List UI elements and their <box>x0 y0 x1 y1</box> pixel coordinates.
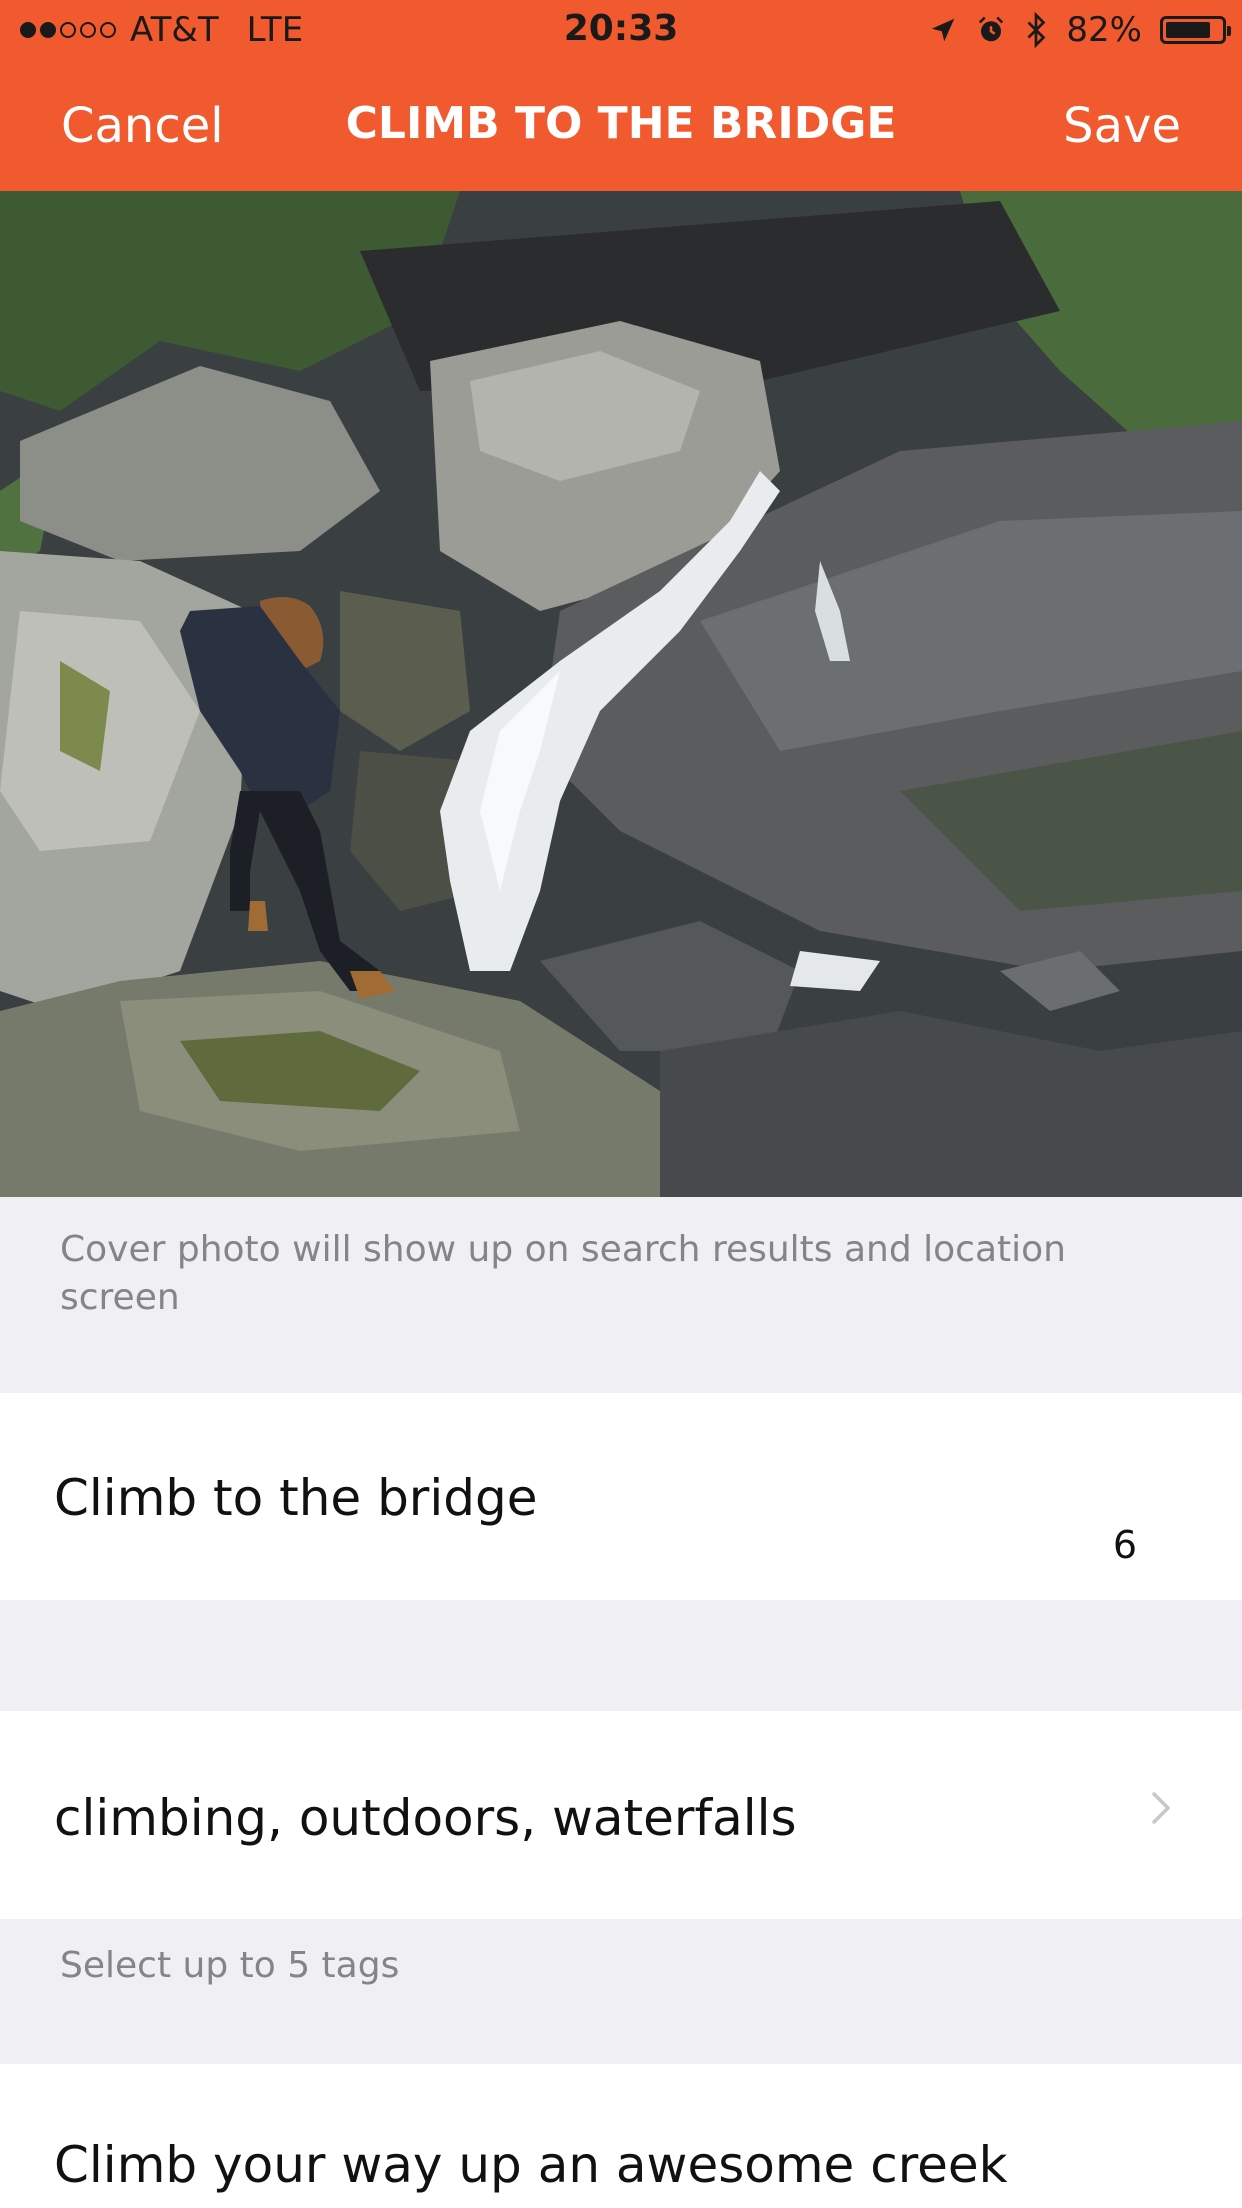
chevron-right-icon <box>1152 1792 1170 1824</box>
battery-level-fill <box>1166 22 1210 38</box>
tags-helper-text: Select up to 5 tags <box>60 1945 400 1986</box>
title-input[interactable]: Climb to the bridge <box>54 1469 538 1527</box>
page-title: CLIMB TO THE BRIDGE <box>345 98 897 149</box>
description-field[interactable]: Climb your way up an awesome creek <box>0 2064 1242 2208</box>
save-button[interactable]: Save <box>1063 98 1181 154</box>
alarm-clock-icon <box>979 16 1004 42</box>
tags-value: climbing, outdoors, waterfalls <box>54 1789 797 1847</box>
status-icons: 82% <box>928 10 1231 50</box>
title-field[interactable]: Climb to the bridge 6 <box>0 1393 1242 1600</box>
cover-photo[interactable] <box>0 191 1242 1197</box>
cover-photo-helper-text: Cover photo will show up on search resul… <box>60 1229 1066 1318</box>
location-arrow-icon <box>932 18 955 42</box>
battery-percentage: 82% <box>1066 10 1142 50</box>
status-bar: AT&T LTE 20:33 82% <box>0 0 1242 60</box>
tags-field[interactable]: climbing, outdoors, waterfalls <box>0 1711 1242 1919</box>
battery-icon <box>1160 16 1231 44</box>
cover-photo-image <box>0 191 1242 1197</box>
title-char-count: 6 <box>1112 1523 1137 1567</box>
description-input[interactable]: Climb your way up an awesome creek <box>54 2136 1008 2194</box>
header: AT&T LTE 20:33 82% Cancel CLIMB TO THE B… <box>0 0 1242 191</box>
bluetooth-icon <box>1027 12 1046 48</box>
